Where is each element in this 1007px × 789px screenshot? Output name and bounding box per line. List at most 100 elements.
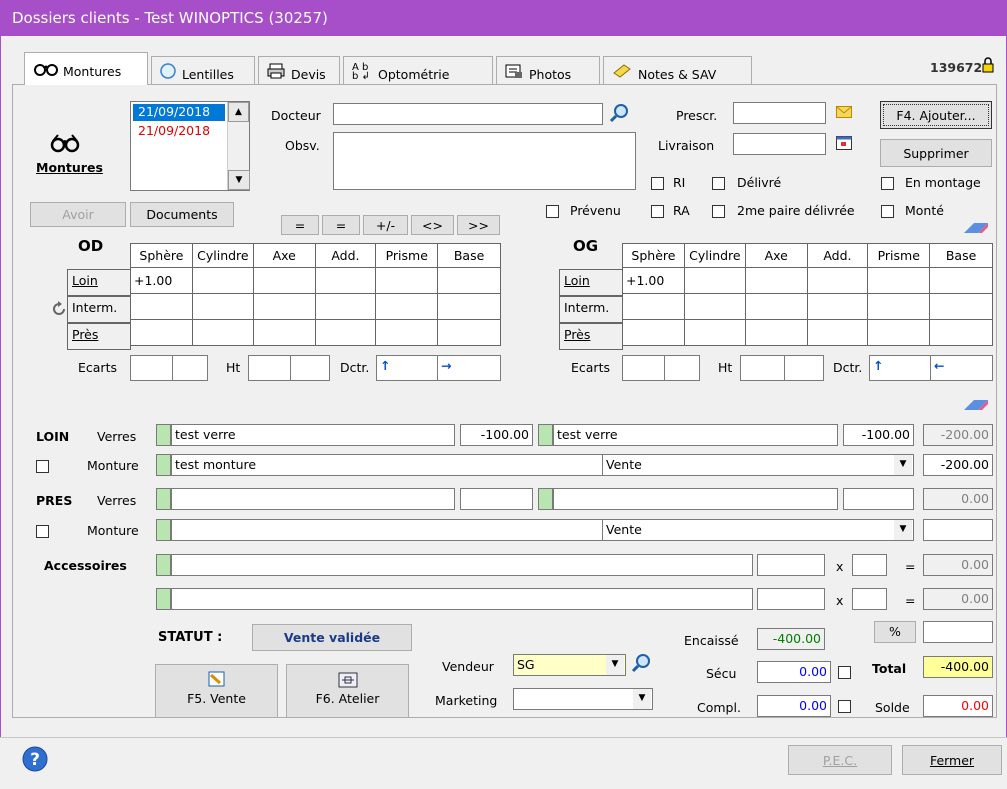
livraison-field[interactable] [733,133,826,155]
ht-od-1[interactable] [248,355,291,381]
rx-cell[interactable] [867,293,931,320]
status-badge[interactable]: Vente validée [252,624,412,651]
search-icon[interactable] [609,103,629,126]
ht-og-2[interactable] [784,355,824,381]
rx-cell[interactable] [375,293,439,320]
tab-optometrie[interactable]: A bb ↲ Optométrie [343,56,493,84]
row-label-interm[interactable]: Interm. [559,296,623,323]
eraser-icon[interactable] [962,398,990,415]
ht-od-2[interactable] [290,355,330,381]
rx-cell[interactable] [437,293,501,320]
row-label-pres[interactable]: Près [559,323,623,350]
prevenu-checkbox[interactable] [546,205,559,218]
ecarts-od-1[interactable] [130,355,173,381]
en-montage-checkbox[interactable] [881,177,894,190]
rx-cell[interactable] [375,267,439,294]
delivre-checkbox[interactable] [712,177,725,190]
avoir-button[interactable]: Avoir [30,202,126,227]
marketing-select[interactable]: ▼ [513,688,653,710]
dctr-og-2[interactable]: ← [930,355,993,381]
rx-cell[interactable] [929,293,993,320]
rx-cell[interactable] [191,293,254,320]
secu-value[interactable]: 0.00 [757,661,831,683]
chevron-down-icon[interactable]: ▼ [606,655,624,675]
rx-cell[interactable] [252,293,316,320]
rx-cell[interactable] [806,267,869,294]
rx-swap-button[interactable]: <> [411,215,454,235]
chevron-down-icon[interactable]: ▼ [894,520,912,540]
pres-verre-od-price[interactable] [460,488,533,510]
ra-checkbox[interactable] [651,205,664,218]
rx-cell[interactable] [375,319,439,346]
verre-og-field[interactable]: test verre [553,424,838,446]
scroll-down-icon[interactable]: ▼ [228,170,250,190]
rx-cell[interactable]: +1.00 [130,267,193,294]
rx-cell[interactable] [683,267,746,294]
rx-copy-button[interactable]: >> [457,215,500,235]
compl-checkbox[interactable] [838,700,851,713]
rx-cell[interactable] [314,293,377,320]
percent-field[interactable] [923,621,993,643]
paire2-checkbox[interactable] [712,205,725,218]
accessoire-name[interactable] [171,554,753,576]
verre-od-price[interactable]: -100.00 [460,424,533,446]
rx-equal2-button[interactable]: = [322,215,360,235]
rx-cell[interactable] [744,267,808,294]
row-label-loin[interactable]: Loin [559,269,623,296]
loin-monture-checkbox[interactable] [36,460,49,473]
pres-monture-checkbox[interactable] [36,525,49,538]
mail-icon[interactable] [836,106,852,121]
rx-cell[interactable] [867,319,931,346]
row-label-loin[interactable]: Loin [67,269,131,296]
row-label-pres[interactable]: Près [67,323,131,350]
rx-cell[interactable] [929,267,993,294]
rx-cell[interactable] [437,319,501,346]
rx-cell[interactable] [252,267,316,294]
secu-checkbox[interactable] [838,666,851,679]
rx-cell[interactable] [314,267,377,294]
pres-verre-od-field[interactable] [171,488,455,510]
compl-value[interactable]: 0.00 [757,695,831,717]
monte-checkbox[interactable] [881,205,894,218]
eraser-icon[interactable] [962,221,990,238]
documents-button[interactable]: Documents [130,202,234,227]
supprimer-button[interactable]: Supprimer [880,139,992,167]
rx-cell[interactable] [252,319,316,346]
list-item[interactable]: 21/09/2018 [133,123,210,138]
chevron-down-icon[interactable]: ▼ [894,455,912,475]
search-icon[interactable] [631,653,651,676]
atelier-button[interactable]: F6. Atelier [286,664,409,718]
refresh-icon[interactable] [51,301,67,320]
docteur-field[interactable] [333,103,603,125]
rx-cell[interactable] [622,319,685,346]
dctr-od-2[interactable]: → [437,355,501,381]
dctr-og-1[interactable]: ↑ [869,355,931,381]
rx-plusminus-button[interactable]: +/- [363,215,408,235]
prescr-field[interactable] [733,102,826,124]
rx-cell[interactable] [437,267,501,294]
rx-cell[interactable] [191,319,254,346]
vente-button[interactable]: F5. Vente [155,664,278,718]
rx-cell[interactable] [929,319,993,346]
tab-montures[interactable]: Montures [24,52,148,85]
row-label-interm[interactable]: Interm. [67,296,131,323]
list-item[interactable]: 21/09/2018 [133,104,225,121]
tab-photos[interactable]: Photos [496,56,600,84]
rx-cell[interactable] [744,293,808,320]
pres-verre-og-field[interactable] [553,488,838,510]
ecarts-og-1[interactable] [622,355,665,381]
monture-field[interactable]: test monture [171,454,603,476]
accessoire-qty[interactable] [852,554,887,576]
tab-lentilles[interactable]: Lentilles [151,56,255,84]
verre-og-price[interactable]: -100.00 [843,424,914,446]
percent-button[interactable]: % [874,621,916,643]
ht-og-1[interactable] [740,355,785,381]
rx-cell[interactable] [867,267,931,294]
ecarts-og-2[interactable] [664,355,700,381]
obsv-textarea[interactable] [333,132,636,190]
rx-cell[interactable] [130,319,193,346]
accessoire-price[interactable] [757,588,825,610]
pres-monture-field[interactable] [171,519,603,541]
scroll-up-icon[interactable]: ▲ [228,102,249,122]
calendar-icon[interactable] [836,136,852,153]
